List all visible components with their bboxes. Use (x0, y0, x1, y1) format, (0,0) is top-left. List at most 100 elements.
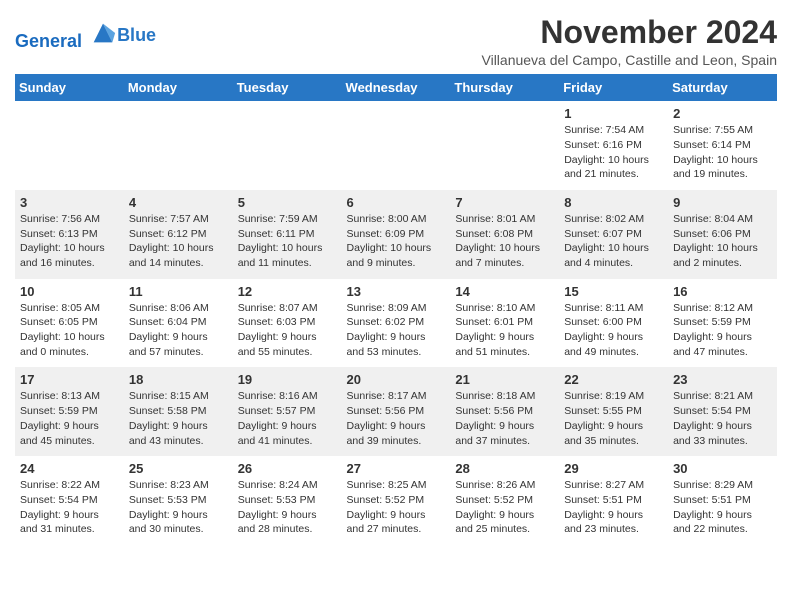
logo-icon (89, 19, 117, 47)
calendar-cell: 9 Sunrise: 8:04 AMSunset: 6:06 PMDaylight… (668, 190, 777, 279)
day-number: 12 (238, 284, 337, 299)
calendar-cell (342, 101, 451, 190)
day-info: Sunrise: 7:57 AMSunset: 6:12 PMDaylight:… (129, 212, 228, 271)
day-info: Sunrise: 8:22 AMSunset: 5:54 PMDaylight:… (20, 478, 119, 537)
day-number: 28 (455, 461, 554, 476)
logo: General Blue (15, 19, 156, 52)
day-number: 13 (347, 284, 446, 299)
day-number: 15 (564, 284, 663, 299)
day-number: 11 (129, 284, 228, 299)
day-info: Sunrise: 7:56 AMSunset: 6:13 PMDaylight:… (20, 212, 119, 271)
calendar-cell: 19Sunrise: 8:16 AMSunset: 5:57 PMDayligh… (233, 367, 342, 456)
day-number: 9 (673, 195, 772, 210)
day-number: 3 (20, 195, 119, 210)
day-info: Sunrise: 8:13 AMSunset: 5:59 PMDaylight:… (20, 389, 119, 448)
calendar-cell: 28 Sunrise: 8:26 AMSunset: 5:52 PMDayligh… (450, 456, 559, 545)
calendar-cell: 22 Sunrise: 8:19 AMSunset: 5:55 PMDayligh… (559, 367, 668, 456)
day-info: Sunrise: 8:01 AMSunset: 6:08 PMDaylight:… (455, 212, 554, 271)
weekday-header-monday: Monday (124, 74, 233, 101)
day-info: Sunrise: 8:17 AMSunset: 5:56 PMDaylight:… (347, 389, 446, 448)
calendar-cell: 30 Sunrise: 8:29 AMSunset: 5:51 PMDayligh… (668, 456, 777, 545)
weekday-header-friday: Friday (559, 74, 668, 101)
calendar-cell: 16Sunrise: 8:12 AMSunset: 5:59 PMDayligh… (668, 279, 777, 368)
calendar-cell: 29 Sunrise: 8:27 AMSunset: 5:51 PMDayligh… (559, 456, 668, 545)
day-number: 24 (20, 461, 119, 476)
calendar-week-row: 1 Sunrise: 7:54 AMSunset: 6:16 PMDaylight… (15, 101, 777, 190)
day-number: 23 (673, 372, 772, 387)
weekday-header-thursday: Thursday (450, 74, 559, 101)
calendar-cell: 4Sunrise: 7:57 AMSunset: 6:12 PMDaylight… (124, 190, 233, 279)
calendar-cell: 10Sunrise: 8:05 AMSunset: 6:05 PMDayligh… (15, 279, 124, 368)
calendar-header-row: SundayMondayTuesdayWednesdayThursdayFrid… (15, 74, 777, 101)
calendar-cell: 7Sunrise: 8:01 AMSunset: 6:08 PMDaylight… (450, 190, 559, 279)
calendar-cell: 26 Sunrise: 8:24 AMSunset: 5:53 PMDayligh… (233, 456, 342, 545)
day-info: Sunrise: 8:19 AMSunset: 5:55 PMDaylight:… (564, 389, 663, 448)
weekday-header-saturday: Saturday (668, 74, 777, 101)
day-number: 5 (238, 195, 337, 210)
day-info: Sunrise: 7:59 AMSunset: 6:11 PMDaylight:… (238, 212, 337, 271)
day-info: Sunrise: 8:27 AMSunset: 5:51 PMDaylight:… (564, 478, 663, 537)
calendar-cell (124, 101, 233, 190)
calendar-week-row: 3 Sunrise: 7:56 AMSunset: 6:13 PMDaylight… (15, 190, 777, 279)
day-info: Sunrise: 8:16 AMSunset: 5:57 PMDaylight:… (238, 389, 337, 448)
day-info: Sunrise: 8:18 AMSunset: 5:56 PMDaylight:… (455, 389, 554, 448)
day-info: Sunrise: 8:29 AMSunset: 5:51 PMDaylight:… (673, 478, 772, 537)
day-info: Sunrise: 8:23 AMSunset: 5:53 PMDaylight:… (129, 478, 228, 537)
day-info: Sunrise: 8:21 AMSunset: 5:54 PMDaylight:… (673, 389, 772, 448)
calendar-cell: 24 Sunrise: 8:22 AMSunset: 5:54 PMDayligh… (15, 456, 124, 545)
calendar-cell: 15Sunrise: 8:11 AMSunset: 6:00 PMDayligh… (559, 279, 668, 368)
title-block: November 2024 Villanueva del Campo, Cast… (482, 15, 778, 68)
calendar-cell: 14 Sunrise: 8:10 AMSunset: 6:01 PMDayligh… (450, 279, 559, 368)
calendar-week-row: 24 Sunrise: 8:22 AMSunset: 5:54 PMDayligh… (15, 456, 777, 545)
day-number: 29 (564, 461, 663, 476)
weekday-header-tuesday: Tuesday (233, 74, 342, 101)
calendar-cell (233, 101, 342, 190)
day-info: Sunrise: 8:00 AMSunset: 6:09 PMDaylight:… (347, 212, 446, 271)
day-info: Sunrise: 8:05 AMSunset: 6:05 PMDaylight:… (20, 301, 119, 360)
day-number: 6 (347, 195, 446, 210)
calendar-cell (450, 101, 559, 190)
day-number: 14 (455, 284, 554, 299)
calendar-cell: 25Sunrise: 8:23 AMSunset: 5:53 PMDayligh… (124, 456, 233, 545)
calendar-cell: 18 Sunrise: 8:15 AMSunset: 5:58 PMDayligh… (124, 367, 233, 456)
day-number: 26 (238, 461, 337, 476)
month-title: November 2024 (482, 15, 778, 50)
day-number: 8 (564, 195, 663, 210)
calendar-week-row: 10Sunrise: 8:05 AMSunset: 6:05 PMDayligh… (15, 279, 777, 368)
calendar-cell: 20Sunrise: 8:17 AMSunset: 5:56 PMDayligh… (342, 367, 451, 456)
calendar-cell: 2Sunrise: 7:55 AMSunset: 6:14 PMDaylight… (668, 101, 777, 190)
logo-text: General (15, 19, 117, 52)
calendar-cell (15, 101, 124, 190)
calendar-cell: 17 Sunrise: 8:13 AMSunset: 5:59 PMDayligh… (15, 367, 124, 456)
day-number: 21 (455, 372, 554, 387)
weekday-header-wednesday: Wednesday (342, 74, 451, 101)
calendar-cell: 6 Sunrise: 8:00 AMSunset: 6:09 PMDaylight… (342, 190, 451, 279)
calendar-table: SundayMondayTuesdayWednesdayThursdayFrid… (15, 74, 777, 545)
weekday-header-sunday: Sunday (15, 74, 124, 101)
day-info: Sunrise: 8:26 AMSunset: 5:52 PMDaylight:… (455, 478, 554, 537)
day-number: 16 (673, 284, 772, 299)
day-info: Sunrise: 7:55 AMSunset: 6:14 PMDaylight:… (673, 123, 772, 182)
day-info: Sunrise: 7:54 AMSunset: 6:16 PMDaylight:… (564, 123, 663, 182)
calendar-cell: 12Sunrise: 8:07 AMSunset: 6:03 PMDayligh… (233, 279, 342, 368)
day-number: 18 (129, 372, 228, 387)
calendar-cell: 8 Sunrise: 8:02 AMSunset: 6:07 PMDaylight… (559, 190, 668, 279)
day-info: Sunrise: 8:10 AMSunset: 6:01 PMDaylight:… (455, 301, 554, 360)
day-info: Sunrise: 8:09 AMSunset: 6:02 PMDaylight:… (347, 301, 446, 360)
calendar-cell: 1 Sunrise: 7:54 AMSunset: 6:16 PMDaylight… (559, 101, 668, 190)
day-info: Sunrise: 8:15 AMSunset: 5:58 PMDaylight:… (129, 389, 228, 448)
day-number: 30 (673, 461, 772, 476)
day-info: Sunrise: 8:24 AMSunset: 5:53 PMDaylight:… (238, 478, 337, 537)
calendar-week-row: 17 Sunrise: 8:13 AMSunset: 5:59 PMDayligh… (15, 367, 777, 456)
day-info: Sunrise: 8:06 AMSunset: 6:04 PMDaylight:… (129, 301, 228, 360)
day-info: Sunrise: 8:02 AMSunset: 6:07 PMDaylight:… (564, 212, 663, 271)
day-number: 22 (564, 372, 663, 387)
calendar-cell: 23 Sunrise: 8:21 AMSunset: 5:54 PMDayligh… (668, 367, 777, 456)
calendar-cell: 27Sunrise: 8:25 AMSunset: 5:52 PMDayligh… (342, 456, 451, 545)
day-info: Sunrise: 8:25 AMSunset: 5:52 PMDaylight:… (347, 478, 446, 537)
day-number: 1 (564, 106, 663, 121)
day-info: Sunrise: 8:04 AMSunset: 6:06 PMDaylight:… (673, 212, 772, 271)
calendar-cell: 5 Sunrise: 7:59 AMSunset: 6:11 PMDaylight… (233, 190, 342, 279)
location-subtitle: Villanueva del Campo, Castille and Leon,… (482, 52, 778, 68)
day-number: 17 (20, 372, 119, 387)
